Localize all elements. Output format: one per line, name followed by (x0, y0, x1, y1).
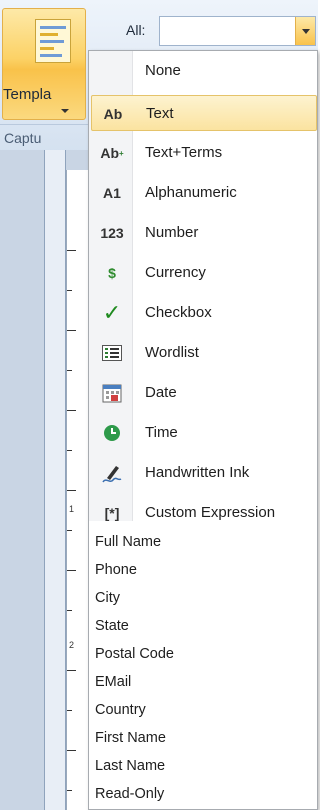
time-icon (95, 415, 129, 451)
menu-item-postal-code[interactable]: Postal Code (95, 646, 174, 662)
menu-item-first-name[interactable]: First Name (95, 730, 166, 746)
all-filter-label: All: (126, 22, 146, 38)
template-icon (35, 19, 71, 63)
menu-item-text-terms[interactable]: Ab + Text+Terms (91, 135, 317, 171)
template-button[interactable]: Templa (2, 8, 86, 120)
menu-item-label: Time (145, 424, 178, 441)
menu-item-checkbox[interactable]: ✓ Checkbox (91, 295, 317, 331)
menu-item-city[interactable]: City (95, 590, 120, 606)
menu-item-wordlist[interactable]: Wordlist (91, 335, 317, 371)
alphanumeric-icon: A1 (103, 185, 121, 201)
menu-item-label: Text+Terms (145, 144, 223, 161)
template-label: Templa (3, 86, 52, 103)
ruler-number: 1 (69, 504, 75, 514)
menu-item-time[interactable]: Time (91, 415, 317, 451)
number-icon: 123 (100, 225, 124, 241)
handwritten-ink-icon (95, 455, 129, 491)
text-icon: Ab (103, 106, 123, 122)
text-terms-icon: Ab + (100, 145, 124, 161)
menu-item-handwritten-ink[interactable]: Handwritten Ink (91, 455, 317, 491)
chevron-down-icon (61, 109, 69, 113)
menu-item-full-name[interactable]: Full Name (95, 534, 161, 550)
menu-item-custom-expression[interactable]: [*] Custom Expression (91, 495, 317, 531)
menu-item-label: Text (146, 105, 174, 122)
menu-item-phone[interactable]: Phone (95, 562, 137, 578)
menu-item-country[interactable]: Country (95, 702, 146, 718)
all-filter-combo[interactable] (159, 16, 316, 46)
document-frame (44, 150, 66, 810)
menu-item-last-name[interactable]: Last Name (95, 758, 165, 774)
combo-dropdown-icon[interactable] (295, 17, 315, 45)
menu-item-text[interactable]: Ab Text (91, 95, 317, 131)
ruler-number: 2 (69, 640, 75, 650)
menu-item-label: Currency (145, 264, 206, 281)
menu-item-date[interactable]: Date (91, 375, 317, 411)
capture-group-label: Captu (0, 124, 90, 150)
date-icon (95, 375, 129, 411)
menu-item-label: Date (145, 384, 177, 401)
currency-icon: $ (108, 265, 116, 281)
field-type-dropdown-menu: None Ab Text Ab + Text+Terms A1 Alphanume… (88, 50, 318, 810)
menu-item-state[interactable]: State (95, 618, 129, 634)
menu-item-label: Number (145, 224, 199, 241)
menu-item-label: Wordlist (145, 344, 199, 361)
menu-item-none[interactable]: None (91, 53, 317, 89)
menu-item-read-only[interactable]: Read-Only (95, 786, 164, 802)
menu-item-number[interactable]: 123 Number (91, 215, 317, 251)
custom-expression-icon: [*] (104, 505, 120, 521)
menu-item-label: Custom Expression (145, 504, 276, 521)
menu-item-alphanumeric[interactable]: A1 Alphanumeric (91, 175, 317, 211)
menu-item-label: None (145, 62, 181, 79)
wordlist-icon (95, 335, 129, 371)
menu-item-email[interactable]: EMail (95, 674, 131, 690)
menu-item-label: Handwritten Ink (145, 464, 250, 481)
checkbox-icon: ✓ (102, 300, 122, 325)
menu-item-label: Alphanumeric (145, 184, 237, 201)
menu-item-currency[interactable]: $ Currency (91, 255, 317, 291)
menu-item-label: Checkbox (145, 304, 212, 321)
